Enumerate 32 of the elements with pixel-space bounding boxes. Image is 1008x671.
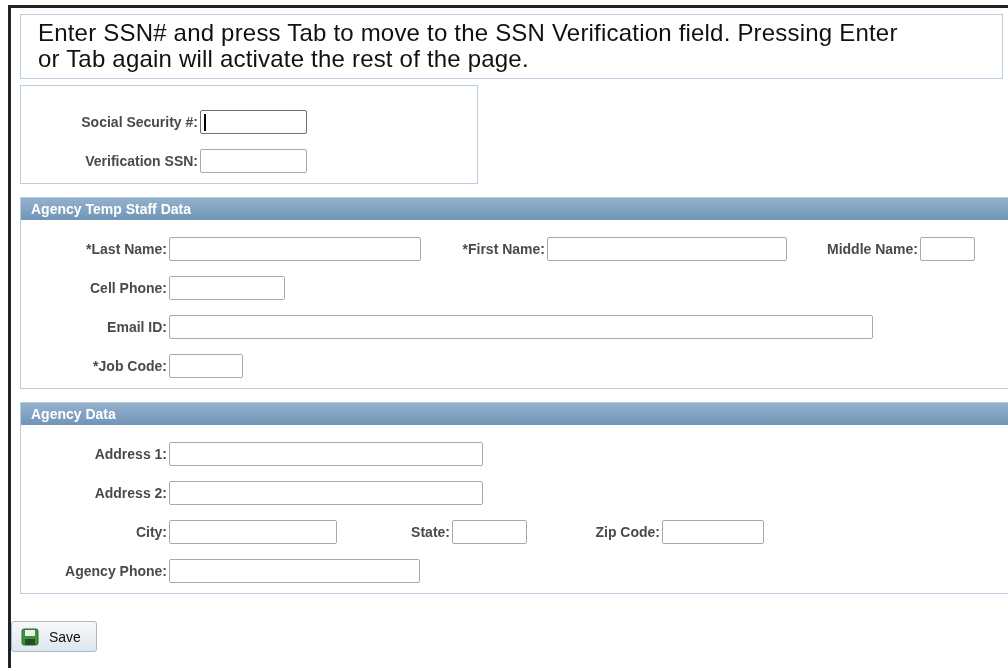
field-label: Agency Phone: bbox=[64, 563, 168, 579]
field-label: Address 2: bbox=[93, 485, 168, 501]
field-label: Middle Name: bbox=[826, 241, 919, 257]
field-label: State: bbox=[410, 524, 451, 540]
input-field[interactable] bbox=[452, 520, 527, 544]
instruction-text: Enter SSN# and press Tab to move to the SSN Verification field. Pressing Enter or Tab again will activate the rest of the page. bbox=[20, 14, 1003, 79]
input-field[interactable] bbox=[547, 237, 787, 261]
section-header: Agency Data bbox=[21, 403, 1008, 425]
input-field[interactable] bbox=[169, 559, 420, 583]
input-field[interactable] bbox=[200, 149, 307, 173]
input-field[interactable] bbox=[662, 520, 764, 544]
field-label: Verification SSN: bbox=[84, 153, 199, 169]
input-field[interactable] bbox=[169, 481, 483, 505]
field-label: *Job Code: bbox=[92, 358, 168, 374]
field-label: *First Name: bbox=[461, 241, 546, 257]
field-label: Zip Code: bbox=[594, 524, 661, 540]
input-field[interactable] bbox=[169, 354, 243, 378]
field-label: Email ID: bbox=[106, 319, 168, 335]
section-header: Agency Temp Staff Data bbox=[21, 198, 1008, 220]
field-label: *Last Name: bbox=[85, 241, 168, 257]
field-label: Address 1: bbox=[93, 446, 168, 462]
save-button[interactable]: Save bbox=[11, 621, 97, 652]
field-label: City: bbox=[134, 524, 168, 540]
field-label: Social Security #: bbox=[80, 114, 199, 130]
input-field[interactable] bbox=[169, 315, 873, 339]
input-field[interactable] bbox=[169, 442, 483, 466]
field-label: Cell Phone: bbox=[89, 280, 168, 296]
input-field[interactable] bbox=[169, 520, 337, 544]
input-field[interactable] bbox=[200, 110, 307, 134]
input-field[interactable] bbox=[920, 237, 975, 261]
input-field[interactable] bbox=[169, 237, 421, 261]
input-field[interactable] bbox=[169, 276, 285, 300]
